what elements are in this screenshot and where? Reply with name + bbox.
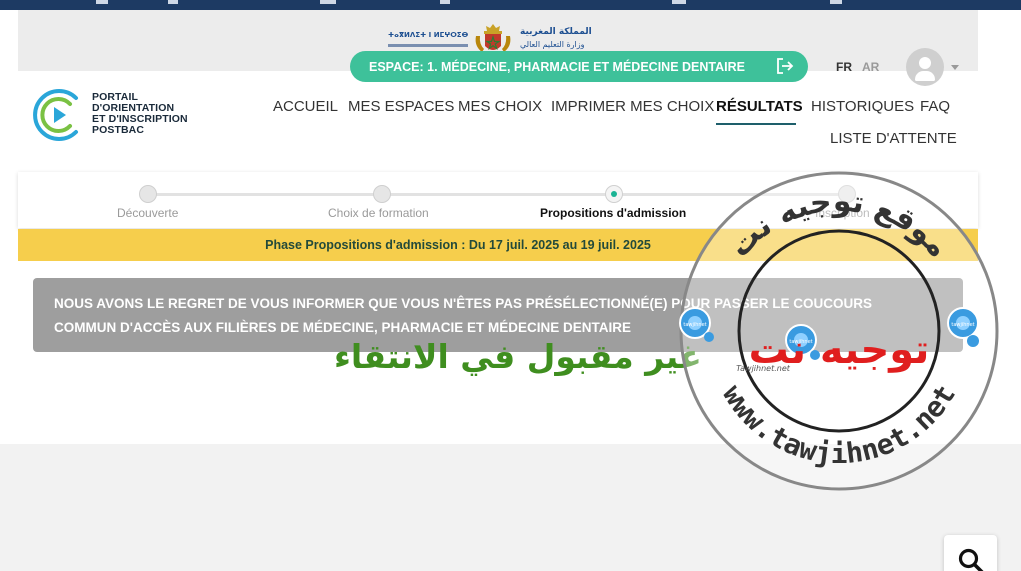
step-label-choix-formation: Choix de formation: [328, 206, 429, 220]
nav-mes-choix[interactable]: MES CHOIX: [458, 98, 542, 115]
watermark-badge-center: tawjihnet: [789, 339, 812, 345]
phase-text: Phase Propositions d'admission : Du 17 j…: [265, 238, 651, 252]
overlay-caption: غير مقبول في الانتقاء: [334, 337, 702, 376]
nav-mes-espaces[interactable]: MES ESPACES: [348, 98, 454, 115]
watermark-brand-sub: Tawjihnet.net: [736, 364, 791, 373]
nav-imprimer-mes-choix[interactable]: IMPRIMER MES CHOIX: [551, 98, 714, 115]
step-label-propositions: Propositions d'admission: [540, 206, 687, 220]
tawjihnet-watermark-stamp: موقع توجيه نت www.tawjihnet.net توجيه نت…: [679, 171, 999, 491]
avatar-body-icon: [915, 71, 935, 81]
user-avatar-button[interactable]: [906, 48, 944, 86]
step-label-decouverte: Découverte: [117, 206, 179, 220]
portal-logo-icon[interactable]: [32, 88, 86, 142]
nav-faq[interactable]: FAQ: [920, 98, 950, 115]
step-dot-decouverte: [139, 185, 157, 203]
nav-active-underline: [716, 123, 796, 125]
language-ar-link[interactable]: AR: [862, 60, 879, 74]
portal-logo-text[interactable]: PORTAIL D'ORIENTATION ET D'INSCRIPTION P…: [92, 92, 188, 136]
step-dot-choix-formation: [373, 185, 391, 203]
ministry-tifinagh-text: ⵜⴰⴳⵍⴷⵉⵜ ⵏ ⵍⵎⵖⵔⵉⴱ: [388, 31, 469, 39]
search-button[interactable]: [944, 535, 997, 571]
watermark-badge-left: tawjihnet: [683, 322, 706, 328]
nav-liste-attente[interactable]: LISTE D'ATTENTE: [830, 130, 957, 147]
espace-selector-button[interactable]: ESPACE: 1. MÉDECINE, PHARMACIE ET MÉDECI…: [350, 51, 808, 82]
nav-historiques[interactable]: HISTORIQUES: [811, 98, 914, 115]
ministry-arabic-title: المملكة المغربية: [520, 27, 592, 37]
chevron-down-icon[interactable]: [951, 65, 959, 70]
nav-resultats[interactable]: RÉSULTATS: [716, 98, 803, 115]
browser-bookmark-strip: [0, 0, 1021, 10]
language-fr-link[interactable]: FR: [836, 60, 852, 74]
espace-label: ESPACE: 1. MÉDECINE, PHARMACIE ET MÉDECI…: [369, 59, 745, 74]
logout-icon: [777, 58, 794, 74]
search-icon: [958, 548, 984, 571]
watermark-badge-right: tawjihnet: [951, 322, 974, 328]
nav-accueil[interactable]: ACCUEIL: [273, 98, 338, 115]
ministry-arabic-subtitle: وزارة التعليم العالي: [520, 40, 585, 49]
avatar-head-icon: [919, 57, 931, 69]
step-dot-propositions: [605, 185, 623, 203]
